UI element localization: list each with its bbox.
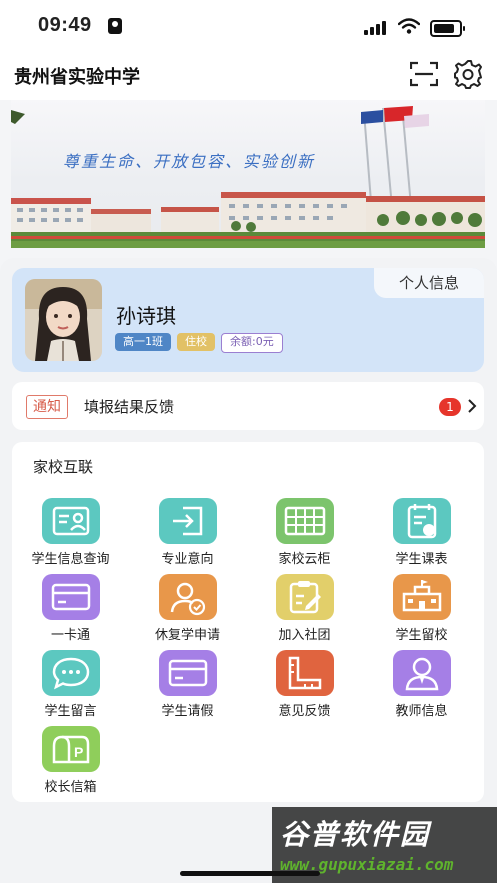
feature-label: 学生信息查询 — [31, 552, 110, 567]
feature-cloud-cabinet[interactable]: 家校云柜 — [246, 498, 363, 578]
unread-count-badge: 1 — [439, 398, 461, 416]
scan-icon[interactable] — [410, 61, 438, 87]
feature-label: 学生课表 — [395, 552, 448, 567]
signal-icon — [364, 19, 388, 35]
status-time: 09:49 — [38, 14, 92, 36]
chevron-right-icon[interactable] — [467, 399, 477, 413]
section-title: 家校互联 — [33, 458, 94, 476]
feature-label: 意见反馈 — [278, 704, 331, 719]
feature-student-info[interactable]: 学生信息查询 — [12, 498, 129, 578]
avatar — [25, 279, 102, 361]
feature-principal-mailbox[interactable]: P 校长信箱 — [12, 726, 129, 806]
feature-label: 学生请假 — [161, 704, 214, 719]
feature-label: 校长信箱 — [44, 780, 97, 795]
teacher-icon — [393, 650, 451, 696]
feature-label: 一卡通 — [50, 628, 90, 643]
boarding-badge: 住校 — [177, 333, 215, 351]
cabinet-icon — [276, 498, 334, 544]
feature-label: 教师信息 — [395, 704, 448, 719]
feature-teacher-info[interactable]: 教师信息 — [363, 650, 480, 730]
feature-label: 家校云柜 — [278, 552, 331, 567]
balance-badge[interactable]: 余额:0元 — [221, 333, 283, 353]
feature-student-message[interactable]: 学生留言 — [12, 650, 129, 730]
notice-text[interactable]: 填报结果反馈 — [84, 396, 174, 417]
feature-leave-request[interactable]: 学生请假 — [129, 650, 246, 730]
schedule-icon — [393, 498, 451, 544]
feature-join-club[interactable]: 加入社团 — [246, 574, 363, 654]
notice-bar[interactable]: 通知 填报结果反馈 1 — [12, 382, 484, 430]
class-badge: 高一1班 — [115, 333, 171, 351]
banner-slogan: 尊重生命、开放包容、实验创新 — [63, 152, 316, 171]
home-school-section: 家校互联 学生信息查询 专业意向 家校云柜 学生课表 一卡通 休复学申请 加入社… — [12, 442, 484, 802]
wifi-icon — [398, 18, 420, 34]
feature-label: 学生留校 — [395, 628, 448, 643]
profile-card[interactable]: 个人信息 孙诗琪 高一1班 住校 余额:0元 — [12, 268, 484, 372]
chat-icon — [42, 650, 100, 696]
mailbox-icon: P — [42, 726, 100, 772]
notice-tag: 通知 — [26, 395, 68, 419]
card-icon — [159, 650, 217, 696]
card-icon — [42, 574, 100, 620]
app-header: 贵州省实验中学 — [0, 52, 497, 100]
feature-stay-school[interactable]: 学生留校 — [363, 574, 480, 654]
personal-info-tab[interactable]: 个人信息 — [374, 268, 484, 298]
student-tags: 高一1班 住校 余额:0元 — [115, 333, 283, 353]
home-indicator[interactable] — [180, 871, 320, 876]
feature-major-intention[interactable]: 专业意向 — [129, 498, 246, 578]
student-name: 孙诗琪 — [116, 304, 176, 328]
school-building-icon — [393, 574, 451, 620]
feature-schedule[interactable]: 学生课表 — [363, 498, 480, 578]
id-card-icon — [42, 498, 100, 544]
feature-label: 学生留言 — [44, 704, 97, 719]
feature-campus-card[interactable]: 一卡通 — [12, 574, 129, 654]
feature-feedback[interactable]: 意见反馈 — [246, 650, 363, 730]
feature-label: 专业意向 — [161, 552, 214, 567]
watermark-brand: 谷普软件园 — [280, 818, 431, 851]
clipboard-edit-icon — [276, 574, 334, 620]
status-bar: 09:49 — [0, 0, 497, 52]
ruler-icon — [276, 650, 334, 696]
feature-label: 休复学申请 — [154, 628, 220, 643]
feature-label: 加入社团 — [278, 628, 331, 643]
login-icon — [159, 498, 217, 544]
user-check-icon — [159, 574, 217, 620]
feature-suspension[interactable]: 休复学申请 — [129, 574, 246, 654]
page-title: 贵州省实验中学 — [14, 67, 140, 88]
battery-icon — [430, 20, 465, 37]
campus-banner[interactable]: 尊重生命、开放包容、实验创新 — [11, 100, 485, 248]
gear-icon[interactable] — [453, 59, 483, 89]
sim-icon — [108, 18, 122, 34]
campus-image — [11, 106, 485, 248]
svg-text:P: P — [74, 744, 83, 760]
